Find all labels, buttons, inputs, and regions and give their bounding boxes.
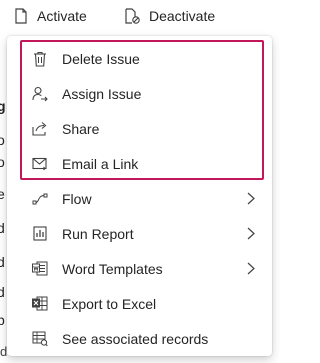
bg-fragment: o bbox=[0, 154, 5, 170]
menu-item-label: See associated records bbox=[62, 330, 209, 347]
share-icon bbox=[31, 120, 49, 138]
more-commands-menu: Delete Issue Assign Issue Share Email a … bbox=[7, 36, 272, 356]
associated-records-icon bbox=[31, 330, 49, 348]
deactivate-label: Deactivate bbox=[149, 8, 216, 24]
bg-fragment: d bbox=[0, 284, 5, 300]
bg-fragment: d bbox=[0, 254, 5, 270]
menu-item-export-to-excel[interactable]: Export to Excel bbox=[7, 286, 272, 321]
activate-label: Activate bbox=[37, 8, 87, 24]
chevron-right-icon bbox=[246, 262, 256, 276]
menu-item-label: Word Templates bbox=[62, 260, 163, 277]
excel-icon bbox=[31, 295, 49, 313]
activate-button[interactable]: Activate bbox=[14, 6, 87, 26]
menu-item-see-associated-records[interactable]: See associated records bbox=[7, 321, 272, 356]
bg-fragment: d bbox=[0, 220, 5, 236]
menu-item-label: Share bbox=[62, 120, 100, 137]
menu-item-label: Assign Issue bbox=[62, 85, 142, 102]
menu-item-flow[interactable]: Flow bbox=[7, 181, 272, 216]
trash-icon bbox=[31, 50, 49, 68]
menu-item-delete-issue[interactable]: Delete Issue bbox=[7, 41, 272, 76]
bg-fragment: p bbox=[0, 312, 5, 328]
flow-icon bbox=[31, 190, 49, 208]
menu-item-label: Export to Excel bbox=[62, 295, 157, 312]
chevron-right-icon bbox=[246, 192, 256, 206]
email-link-icon bbox=[31, 155, 49, 173]
page: Activate Deactivate g o o e d d d p det … bbox=[0, 0, 280, 363]
bg-fragment: o bbox=[0, 132, 5, 148]
menu-item-share[interactable]: Share bbox=[7, 111, 272, 146]
menu-item-label: Flow bbox=[62, 190, 92, 207]
menu-item-email-a-link[interactable]: Email a Link bbox=[7, 146, 272, 181]
bg-fragment: g bbox=[0, 98, 6, 114]
chevron-right-icon bbox=[246, 227, 256, 241]
deactivate-button[interactable]: Deactivate bbox=[124, 6, 215, 26]
word-icon bbox=[31, 260, 49, 278]
menu-item-assign-issue[interactable]: Assign Issue bbox=[7, 76, 272, 111]
save-document-icon bbox=[14, 8, 28, 24]
person-arrow-icon bbox=[31, 85, 49, 103]
menu-item-run-report[interactable]: Run Report bbox=[7, 216, 272, 251]
menu-item-word-templates[interactable]: Word Templates bbox=[7, 251, 272, 286]
deactivate-document-icon bbox=[124, 8, 140, 24]
menu-item-label: Run Report bbox=[62, 225, 134, 242]
bg-fragment: e bbox=[0, 186, 5, 202]
report-icon bbox=[31, 225, 49, 243]
menu-item-label: Email a Link bbox=[62, 155, 139, 172]
command-bar: Activate Deactivate bbox=[0, 0, 280, 34]
menu-item-label: Delete Issue bbox=[62, 50, 140, 67]
